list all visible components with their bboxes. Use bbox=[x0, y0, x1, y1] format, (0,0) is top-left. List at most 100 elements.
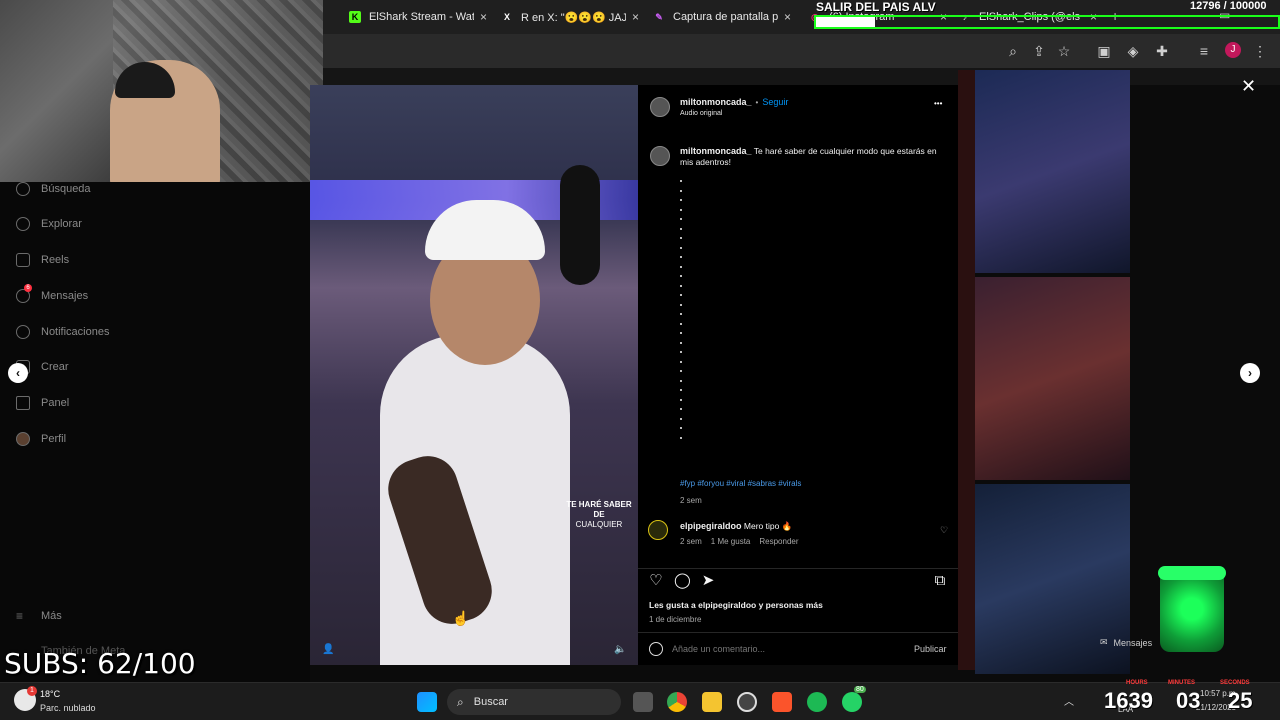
caption-dot: . bbox=[680, 237, 682, 239]
comment-likes[interactable]: 1 Me gusta bbox=[711, 537, 751, 546]
sidebar-item-label: Búsqueda bbox=[41, 183, 91, 195]
audio-label[interactable]: Audio original bbox=[680, 110, 722, 117]
avatar[interactable] bbox=[648, 520, 668, 540]
tab-title: Captura de pantalla p bbox=[673, 11, 778, 23]
webcam-overlay bbox=[0, 0, 323, 182]
likes-summary[interactable]: Les gusta a elpipegiraldoo y personas má… bbox=[649, 600, 823, 610]
weather-temp[interactable]: 18°C bbox=[40, 689, 60, 699]
sidebar-item-busqueda[interactable]: Búsqueda bbox=[16, 182, 91, 196]
goal-title: SALIR DEL PAIS ALV bbox=[816, 0, 936, 14]
caption-dots: ............................ bbox=[680, 180, 684, 446]
screenshot-tool-icon: ✎ bbox=[655, 11, 663, 22]
feed-grid-thumb[interactable] bbox=[958, 70, 975, 670]
user-tag-icon[interactable]: 👤 bbox=[322, 644, 334, 655]
kick-icon: K bbox=[349, 11, 361, 23]
more-icon[interactable]: ⋮ bbox=[1251, 42, 1269, 60]
sidebar-item-mas[interactable]: ≡ Más bbox=[16, 609, 62, 623]
sub-goal-jar bbox=[1158, 566, 1226, 652]
task-view-icon[interactable] bbox=[633, 692, 653, 712]
messages-float-button[interactable]: ✉ Mensajes bbox=[1100, 637, 1152, 648]
publish-button[interactable]: Publicar bbox=[914, 644, 947, 654]
brave-icon[interactable] bbox=[772, 692, 792, 712]
zoom-icon[interactable]: ⌕ bbox=[1004, 42, 1022, 60]
tab-title: ElShark Stream - Watc bbox=[369, 11, 474, 23]
windows-start-icon[interactable] bbox=[417, 692, 437, 712]
more-options-icon[interactable]: ••• bbox=[934, 99, 942, 108]
messenger-icon: ✉ bbox=[1100, 637, 1108, 647]
caption-username[interactable]: miltonmoncada_ bbox=[680, 146, 752, 156]
sidebar-item-explorar[interactable]: Explorar bbox=[16, 217, 82, 231]
feed-grid-thumb[interactable] bbox=[975, 70, 1130, 273]
caption-dot: . bbox=[680, 265, 682, 268]
obs-icon[interactable] bbox=[737, 692, 757, 712]
avatar[interactable] bbox=[650, 97, 670, 117]
comment-meta: 2 sem 1 Me gusta Responder bbox=[680, 537, 799, 546]
sidebar-item-label: Más bbox=[41, 610, 62, 622]
file-explorer-icon[interactable] bbox=[702, 692, 722, 712]
taskbar-search[interactable]: ⌕ Buscar bbox=[447, 689, 621, 715]
avatar[interactable] bbox=[650, 146, 670, 166]
caption-time: 2 sem bbox=[680, 496, 702, 505]
caption-dot: . bbox=[680, 284, 682, 287]
hamburger-icon: ≡ bbox=[16, 609, 24, 623]
goal-progress-fill bbox=[816, 17, 876, 27]
spotify-icon[interactable] bbox=[807, 692, 827, 712]
caption-dot: . bbox=[680, 313, 682, 315]
close-icon[interactable]: × bbox=[632, 10, 639, 24]
reply-button[interactable]: Responder bbox=[759, 537, 798, 546]
add-comment-input[interactable] bbox=[672, 641, 892, 657]
comment-like-icon[interactable]: ♡ bbox=[940, 525, 948, 536]
sidebar-item-label: Explorar bbox=[41, 218, 82, 230]
like-icon[interactable]: ♡ bbox=[648, 573, 664, 589]
caption-dot: . bbox=[680, 351, 682, 353]
close-icon[interactable]: × bbox=[784, 10, 791, 24]
comment-icon[interactable]: ◯ bbox=[674, 573, 691, 589]
reel-caption-line: TE HARÉ SABER DE bbox=[566, 500, 632, 519]
sidebar-item-perfil[interactable]: Perfil bbox=[16, 432, 66, 446]
profile-icon[interactable]: J bbox=[1225, 42, 1241, 58]
browser-tab-kick[interactable]: K ElShark Stream - Watc × bbox=[341, 4, 495, 30]
menu-list-icon[interactable]: ≡ bbox=[1195, 42, 1213, 60]
whatsapp-icon[interactable]: 80 bbox=[842, 686, 866, 712]
browser-tab-screenshot[interactable]: ✎ Captura de pantalla p × bbox=[645, 4, 799, 30]
share-icon[interactable]: ➤ bbox=[700, 573, 716, 589]
post-username[interactable]: miltonmoncada_ bbox=[680, 97, 752, 107]
caption-dot: . bbox=[680, 417, 682, 420]
star-icon[interactable]: ☆ bbox=[1055, 42, 1073, 60]
close-modal-icon[interactable]: ✕ bbox=[1241, 76, 1256, 97]
extension-icon[interactable]: ◈ bbox=[1124, 42, 1142, 60]
close-icon[interactable]: × bbox=[480, 10, 487, 24]
emoji-icon[interactable] bbox=[649, 642, 663, 656]
cast-icon[interactable]: ▣ bbox=[1095, 42, 1113, 60]
sidebar-item-panel[interactable]: Panel bbox=[16, 396, 69, 410]
puzzle-icon[interactable]: ✚ bbox=[1153, 42, 1171, 60]
caption-dot: . bbox=[680, 398, 682, 401]
weather-desc[interactable]: Parc. nublado bbox=[40, 703, 96, 713]
next-arrow-button[interactable]: › bbox=[1240, 363, 1260, 383]
follow-button[interactable]: Seguir bbox=[762, 97, 788, 107]
tray-chevron-icon[interactable]: ︿ bbox=[1064, 693, 1074, 708]
previous-arrow-button[interactable]: ‹ bbox=[8, 363, 28, 383]
browser-tab-x[interactable]: X R en X: "😮😮😮 JAJA × bbox=[493, 4, 647, 30]
mute-icon[interactable]: 🔈 bbox=[614, 644, 626, 655]
caption-dot: . bbox=[680, 246, 682, 249]
whatsapp-badge: 80 bbox=[854, 686, 866, 693]
comment-username[interactable]: elpipegiraldoo bbox=[680, 521, 742, 531]
sidebar-item-reels[interactable]: Reels bbox=[16, 253, 69, 267]
caption-dot: . bbox=[680, 322, 682, 325]
sidebar-item-mensajes[interactable]: 6 Mensajes bbox=[16, 284, 88, 303]
reel-video[interactable]: TE HARÉ SABER DE CUALQUIER 👤 🔈 ☝ bbox=[310, 85, 638, 665]
sidebar-item-notificaciones[interactable]: Notificaciones bbox=[16, 325, 109, 339]
caption-dot: . bbox=[680, 341, 682, 344]
chrome-icon[interactable] bbox=[667, 692, 687, 712]
caption-dot: . bbox=[680, 275, 682, 277]
save-icon[interactable]: ⧉ bbox=[932, 573, 948, 589]
x-logo-icon: X bbox=[503, 12, 510, 22]
comment-text: Mero tipo 🔥 bbox=[743, 521, 793, 531]
feed-grid-thumb[interactable] bbox=[975, 277, 1130, 480]
hashtags[interactable]: #fyp #foryou #viral #sabras #virals bbox=[680, 479, 801, 488]
weather-icon[interactable]: 1 bbox=[14, 686, 37, 711]
share-icon[interactable]: ⇪ bbox=[1030, 42, 1048, 60]
sidebar-item-label: Notificaciones bbox=[41, 326, 110, 338]
caption-dot: . bbox=[680, 180, 682, 182]
